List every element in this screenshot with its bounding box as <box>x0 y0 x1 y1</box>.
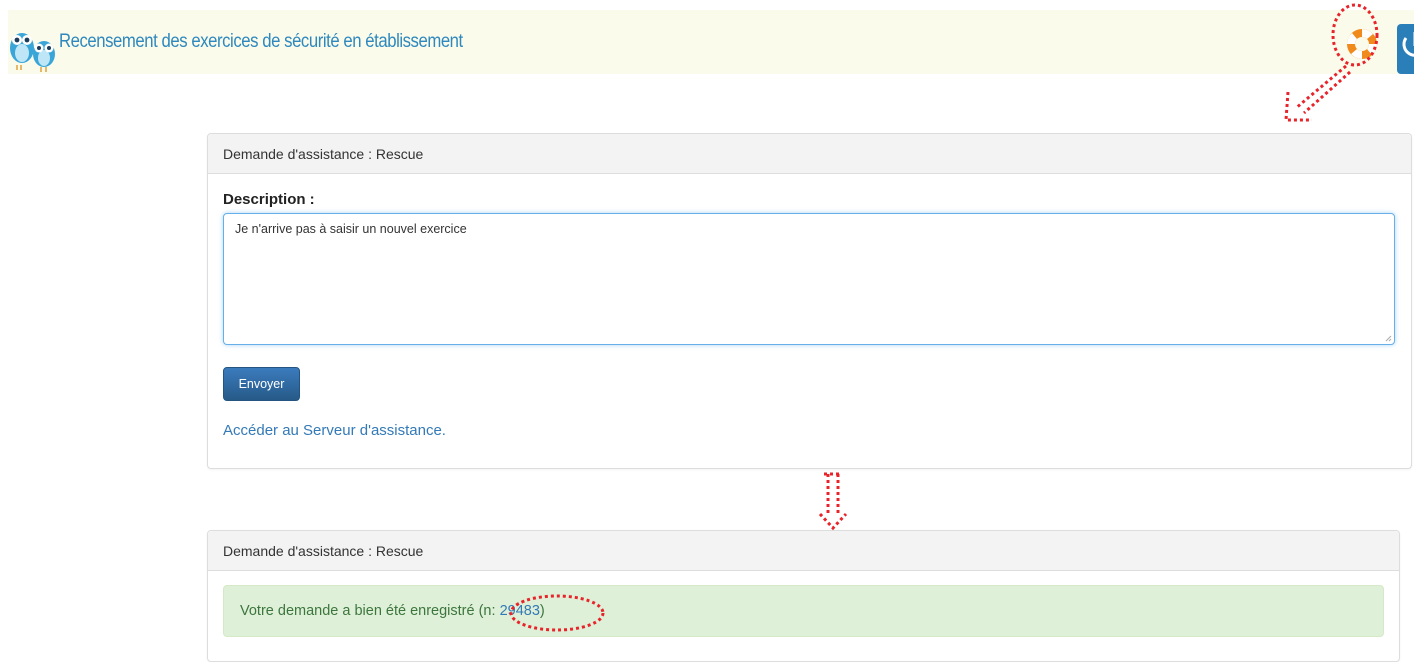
success-message: Votre demande a bien été enregistré <box>240 603 475 619</box>
description-label: Description : <box>223 191 315 208</box>
owls-logo-icon <box>10 33 55 72</box>
success-alert: Votre demande a bien été enregistré (n: … <box>223 585 1384 637</box>
panel-heading: Demande d'assistance : Rescue <box>208 134 1411 174</box>
description-textarea[interactable]: Je n'arrive pas à saisir un nouvel exerc… <box>223 213 1395 345</box>
power-button[interactable] <box>1397 24 1414 74</box>
app-title[interactable]: Recensement des exercices de sécurité en… <box>59 31 463 53</box>
confirmation-panel: Demande d'assistance : Rescue Votre dema… <box>207 530 1400 662</box>
assistance-server-link[interactable]: Accéder au Serveur d'assistance. <box>223 422 446 439</box>
panel-heading: Demande d'assistance : Rescue <box>208 531 1399 571</box>
ticket-number-link[interactable]: 29483 <box>500 603 540 619</box>
assistance-form-panel: Demande d'assistance : Rescue Descriptio… <box>207 133 1412 469</box>
app-header: Recensement des exercices de sécurité en… <box>8 10 1414 74</box>
resize-grip-icon[interactable] <box>1384 334 1392 342</box>
lifebuoy-icon[interactable] <box>1343 24 1381 64</box>
ticket-prefix: (n: <box>474 603 500 619</box>
power-icon <box>1402 32 1414 57</box>
ticket-suffix: ) <box>539 603 545 619</box>
send-button[interactable]: Envoyer <box>223 367 300 401</box>
arrow-to-panel-icon <box>1284 64 1351 122</box>
arrow-down-icon <box>818 472 848 531</box>
